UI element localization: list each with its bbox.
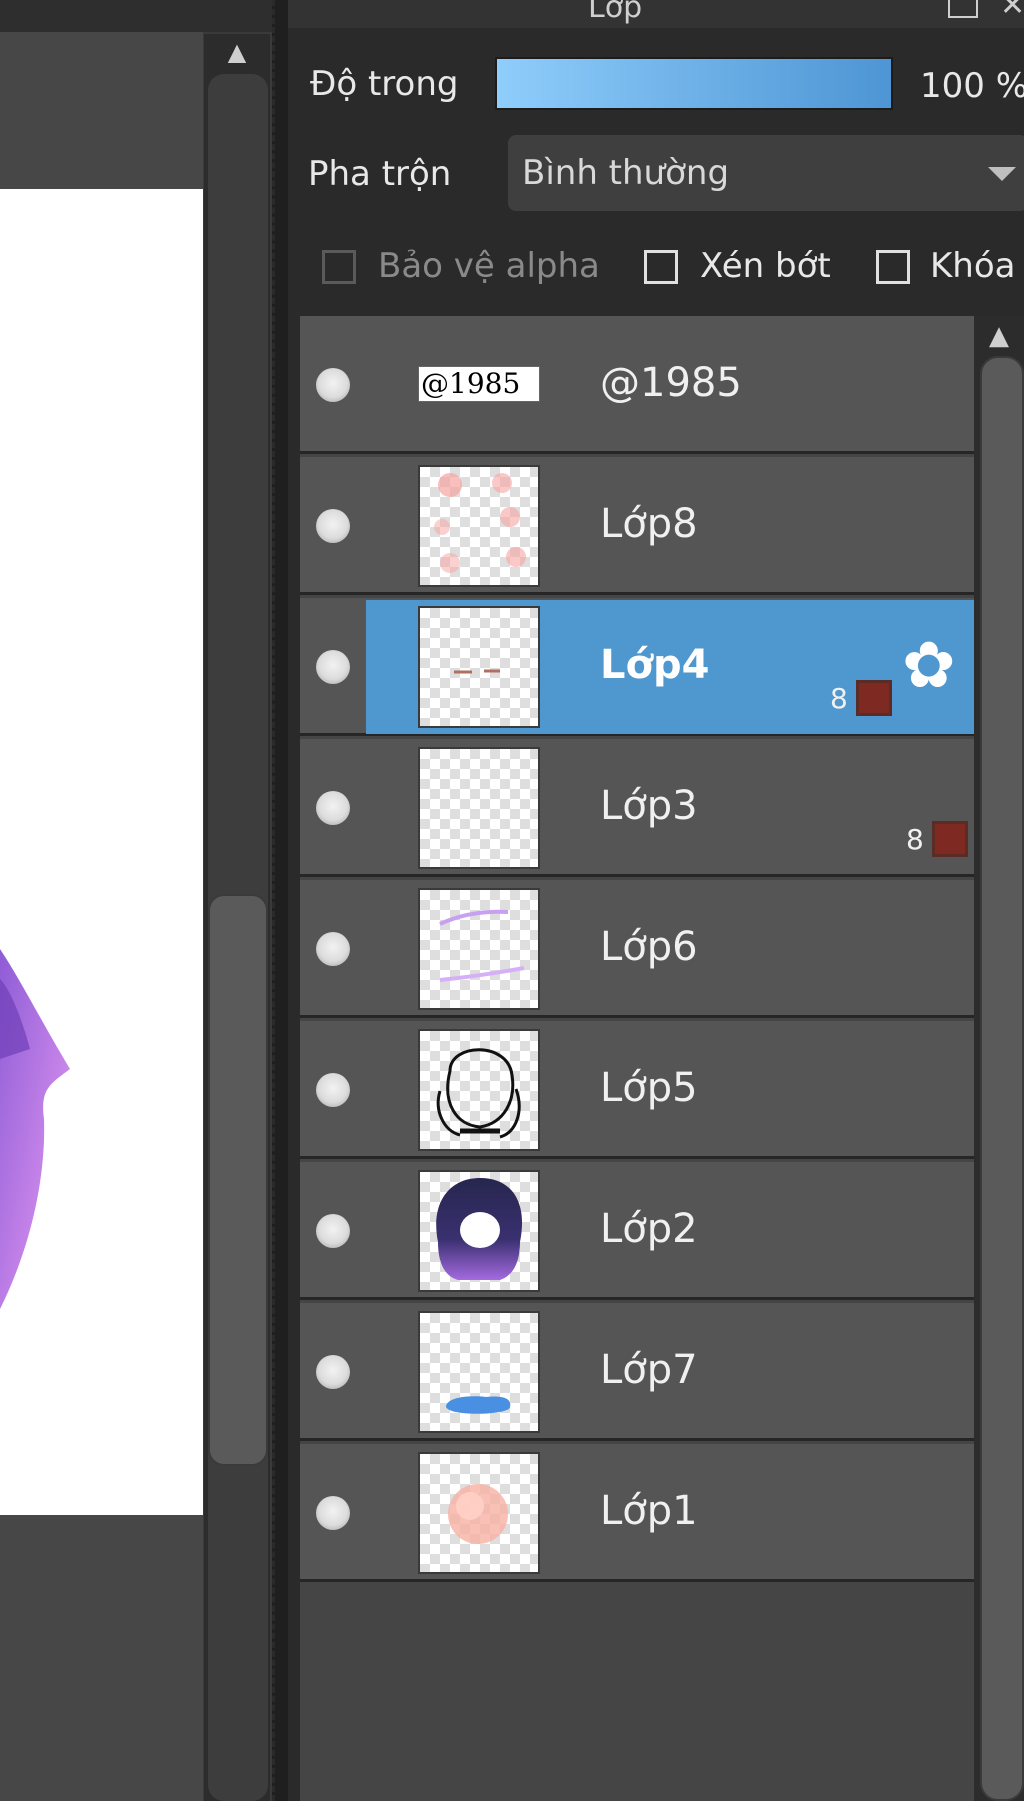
layer-name: Lớp1 bbox=[600, 1488, 698, 1534]
scroll-up-arrow-icon[interactable]: ▲ bbox=[974, 316, 1024, 356]
layer-row[interactable]: Lớp8 bbox=[300, 457, 974, 595]
thumbnail-art bbox=[448, 1484, 508, 1544]
layer-thumbnail bbox=[418, 1452, 540, 1574]
canvas-top-bar bbox=[0, 0, 272, 32]
layer-color-swatch[interactable] bbox=[932, 821, 968, 857]
visibility-toggle-icon[interactable] bbox=[316, 368, 350, 402]
close-icon[interactable]: ✕ bbox=[1000, 0, 1024, 23]
layer-row[interactable]: Lớp1 bbox=[300, 1444, 974, 1582]
layer-name: Lớp8 bbox=[600, 501, 698, 547]
visibility-toggle-icon[interactable] bbox=[316, 932, 350, 966]
panel-splitter[interactable] bbox=[272, 0, 288, 1801]
scrollbar-thumb[interactable] bbox=[980, 356, 1024, 1801]
color-badge-number: 8 bbox=[830, 682, 848, 715]
layer-row-selected[interactable]: Lớp4 8 ✿ bbox=[300, 598, 974, 736]
layer-row[interactable]: Lớp7 bbox=[300, 1303, 974, 1441]
protect-alpha-checkbox[interactable] bbox=[322, 250, 356, 284]
layer-list: @1985 @1985 Lớp8 Lớp4 8 ✿ Lớp3 8 Lớp6 Lớ… bbox=[300, 316, 974, 1801]
layer-thumbnail bbox=[418, 465, 540, 587]
layer-thumbnail bbox=[418, 747, 540, 869]
thumbnail-art bbox=[439, 909, 525, 982]
layer-row[interactable]: Lớp2 bbox=[300, 1162, 974, 1300]
visibility-toggle-icon[interactable] bbox=[316, 650, 350, 684]
scroll-up-arrow-icon[interactable]: ▲ bbox=[204, 34, 270, 70]
layer-name: Lớp4 bbox=[600, 642, 710, 688]
dropdown-arrow-icon bbox=[988, 167, 1016, 181]
thumbnail-art bbox=[446, 1396, 511, 1414]
blend-label: Pha trộn bbox=[308, 154, 452, 194]
layer-thumbnail bbox=[418, 1029, 540, 1151]
thumbnail-art bbox=[436, 1048, 521, 1139]
color-badge-number: 8 bbox=[906, 823, 924, 856]
layer-row[interactable]: Lớp3 8 bbox=[300, 739, 974, 877]
opacity-label: Độ trong bbox=[310, 64, 459, 104]
layer-panel: Lớp ✕ Độ trong 100 % Pha trộn Bình thườn… bbox=[288, 0, 1024, 1801]
canvas-page[interactable] bbox=[0, 189, 203, 1515]
protect-alpha-label: Bảo vệ alpha bbox=[378, 246, 600, 286]
canvas-vertical-scrollbar[interactable]: ▲ bbox=[204, 34, 270, 1801]
visibility-toggle-icon[interactable] bbox=[316, 1496, 350, 1530]
layer-name: Lớp6 bbox=[600, 924, 698, 970]
canvas-artwork bbox=[0, 949, 70, 1309]
layer-thumbnail bbox=[418, 888, 540, 1010]
visibility-toggle-icon[interactable] bbox=[316, 1214, 350, 1248]
visibility-toggle-icon[interactable] bbox=[316, 509, 350, 543]
opacity-slider[interactable] bbox=[495, 57, 893, 110]
layer-name: Lớp7 bbox=[600, 1347, 698, 1393]
thumbnail-art bbox=[436, 1178, 523, 1280]
clipping-checkbox[interactable] bbox=[644, 250, 678, 284]
layer-thumbnail bbox=[418, 1170, 540, 1292]
panel-title: Lớp bbox=[588, 0, 643, 25]
thumbnail-art bbox=[434, 473, 526, 573]
undock-icon[interactable] bbox=[948, 0, 978, 18]
blend-mode-select[interactable]: Bình thường bbox=[508, 135, 1024, 211]
thumbnail-text: @1985 bbox=[421, 367, 521, 400]
opacity-value: 100 % bbox=[920, 66, 1024, 106]
layer-list-scrollbar[interactable]: ▲ bbox=[974, 316, 1024, 1801]
visibility-toggle-icon[interactable] bbox=[316, 791, 350, 825]
layer-row[interactable]: Lớp6 bbox=[300, 880, 974, 1018]
panel-title-bar: Lớp ✕ bbox=[288, 0, 1024, 28]
layer-thumbnail: @1985 bbox=[418, 366, 540, 402]
layer-name: @1985 bbox=[600, 360, 742, 406]
layer-name: Lớp2 bbox=[600, 1206, 698, 1252]
blend-mode-value: Bình thường bbox=[522, 153, 730, 193]
layer-name: Lớp3 bbox=[600, 783, 698, 829]
lock-label: Khóa bbox=[930, 246, 1016, 286]
scrollbar-thumb[interactable] bbox=[208, 894, 268, 1466]
thumbnail-art bbox=[454, 669, 500, 674]
lock-checkbox[interactable] bbox=[876, 250, 910, 284]
visibility-toggle-icon[interactable] bbox=[316, 1355, 350, 1389]
layer-row[interactable]: @1985 @1985 bbox=[300, 316, 974, 454]
layer-thumbnail bbox=[418, 606, 540, 728]
visibility-toggle-icon[interactable] bbox=[316, 1073, 350, 1107]
gear-icon[interactable]: ✿ bbox=[902, 634, 956, 698]
canvas-area[interactable]: ▲ bbox=[0, 0, 272, 1801]
layer-row[interactable]: Lớp5 bbox=[300, 1021, 974, 1159]
layer-color-swatch[interactable] bbox=[856, 680, 892, 716]
clipping-label: Xén bớt bbox=[700, 246, 831, 286]
layer-name: Lớp5 bbox=[600, 1065, 698, 1111]
layer-thumbnail bbox=[418, 1311, 540, 1433]
